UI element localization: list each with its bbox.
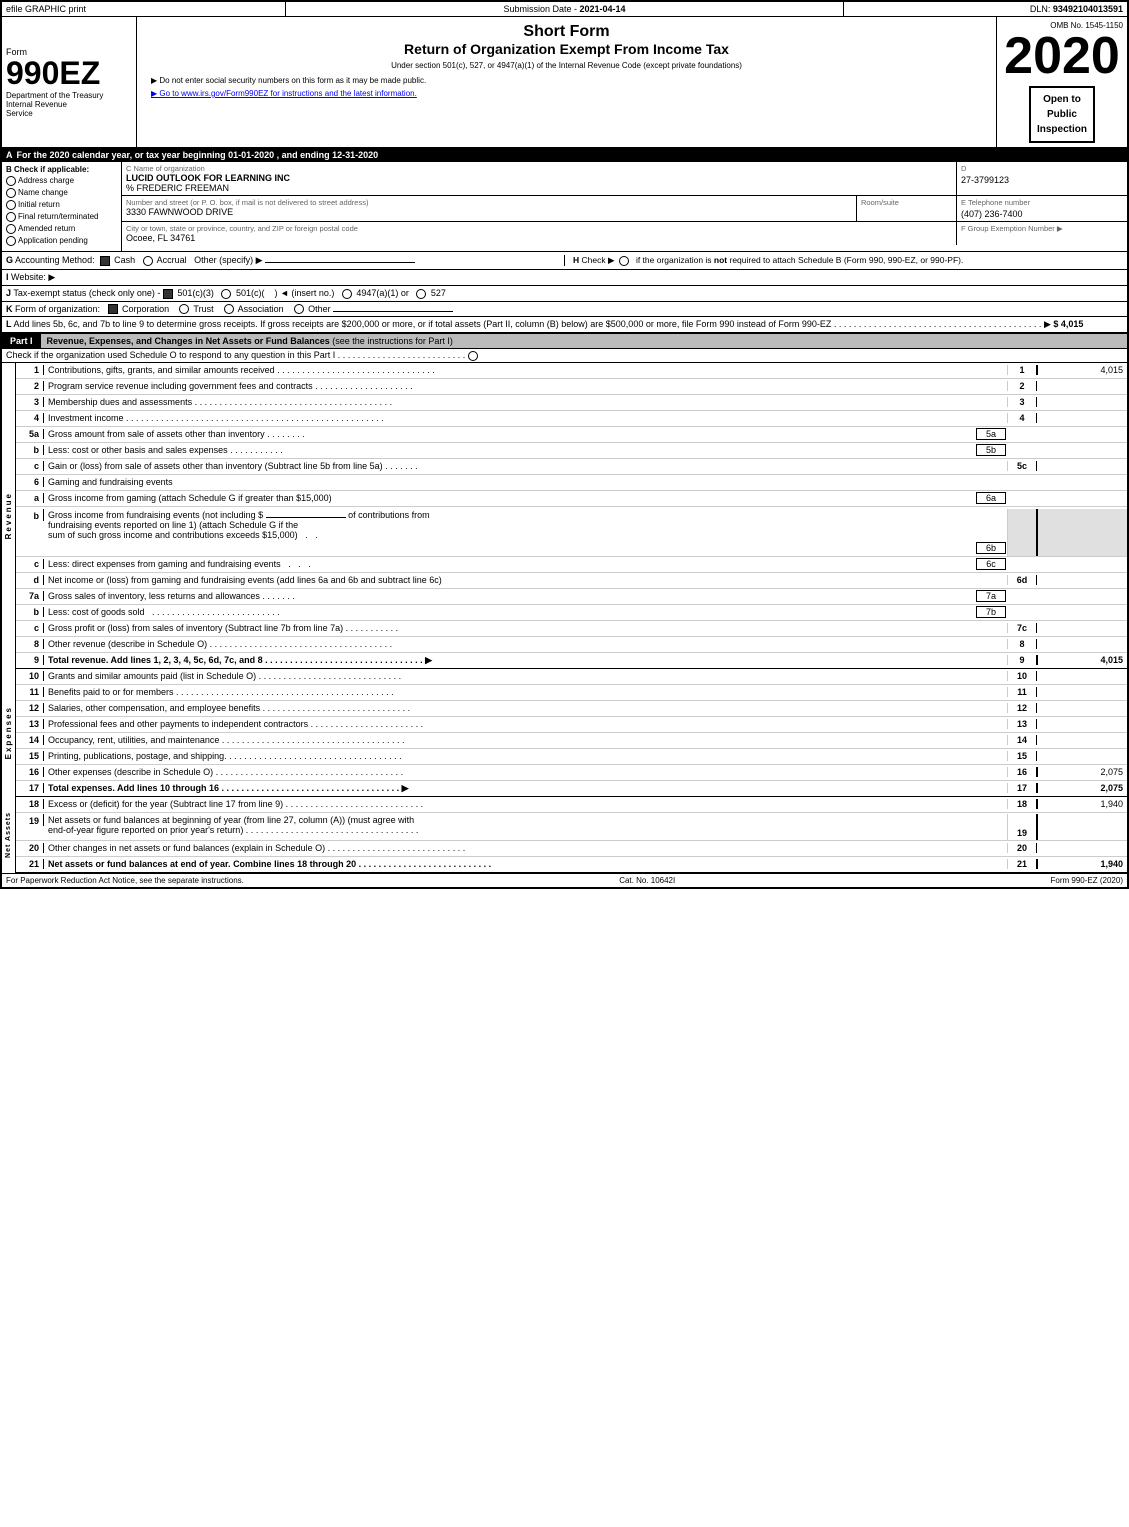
- section-cdef: C Name of organization LUCID OUTLOOK FOR…: [122, 162, 1127, 251]
- line-15: 15 Printing, publications, postage, and …: [16, 749, 1127, 765]
- line-2: 2 Program service revenue including gove…: [16, 379, 1127, 395]
- line-6b: b Gross income from fundraising events (…: [16, 507, 1127, 557]
- ssn-note: ▶ Do not enter social security numbers o…: [141, 76, 992, 85]
- accrual-radio[interactable]: [143, 256, 153, 266]
- section-b: B Check if applicable: Address charge Na…: [2, 162, 122, 251]
- name-change-radio[interactable]: [6, 188, 16, 198]
- line-1: 1 Contributions, gifts, grants, and simi…: [16, 363, 1127, 379]
- net-assets-section: Net Assets 18 Excess or (deficit) for th…: [2, 797, 1127, 873]
- assoc-radio[interactable]: [224, 304, 234, 314]
- section-l: L Add lines 5b, 6c, and 7b to line 9 to …: [2, 317, 1127, 334]
- form-title-block: Short Form Return of Organization Exempt…: [137, 17, 997, 147]
- section-j: J Tax-exempt status (check only one) - 5…: [2, 286, 1127, 302]
- line-3: 3 Membership dues and assessments . . . …: [16, 395, 1127, 411]
- line-7a: 7a Gross sales of inventory, less return…: [16, 589, 1127, 605]
- line-4: 4 Investment income . . . . . . . . . . …: [16, 411, 1127, 427]
- line-16: 16 Other expenses (describe in Schedule …: [16, 765, 1127, 781]
- cash-checkbox[interactable]: [100, 256, 110, 266]
- app-pending-radio[interactable]: [6, 236, 16, 246]
- expenses-side-label: Expenses: [2, 669, 16, 797]
- line-6a: a Gross income from gaming (attach Sched…: [16, 491, 1127, 507]
- line-11: 11 Benefits paid to or for members . . .…: [16, 685, 1127, 701]
- line-8: 8 Other revenue (describe in Schedule O)…: [16, 637, 1127, 653]
- line-19: 19 Net assets or fund balances at beginn…: [16, 813, 1127, 841]
- line-5a: 5a Gross amount from sale of assets othe…: [16, 427, 1127, 443]
- line-20: 20 Other changes in net assets or fund b…: [16, 841, 1127, 857]
- line-6d: d Net income or (loss) from gaming and f…: [16, 573, 1127, 589]
- expenses-lines: 10 Grants and similar amounts paid (list…: [16, 669, 1127, 797]
- expenses-section: Expenses 10 Grants and similar amounts p…: [2, 669, 1127, 797]
- part1-schedule-check: Check if the organization used Schedule …: [2, 349, 1127, 363]
- line-5c: c Gain or (loss) from sale of assets oth…: [16, 459, 1127, 475]
- line-12: 12 Salaries, other compensation, and emp…: [16, 701, 1127, 717]
- footer: For Paperwork Reduction Act Notice, see …: [2, 873, 1127, 887]
- footer-form-ref: Form 990-EZ (2020): [1051, 876, 1123, 885]
- line-17: 17 Total expenses. Add lines 10 through …: [16, 781, 1127, 797]
- line-7c: c Gross profit or (loss) from sales of i…: [16, 621, 1127, 637]
- line-21: 21 Net assets or fund balances at end of…: [16, 857, 1127, 873]
- amended-return-radio[interactable]: [6, 224, 16, 234]
- page-wrapper: efile GRAPHIC print Submission Date - 20…: [0, 0, 1129, 889]
- revenue-side-label: Revenue: [2, 363, 16, 669]
- line-6c: c Less: direct expenses from gaming and …: [16, 557, 1127, 573]
- section-k: K Form of organization: Corporation Trus…: [2, 302, 1127, 318]
- final-return-radio[interactable]: [6, 212, 16, 222]
- revenue-lines: 1 Contributions, gifts, grants, and simi…: [16, 363, 1127, 669]
- trust-radio[interactable]: [179, 304, 189, 314]
- corp-checkbox[interactable]: [108, 304, 118, 314]
- net-assets-lines: 18 Excess or (deficit) for the year (Sub…: [16, 797, 1127, 873]
- 527-radio[interactable]: [416, 289, 426, 299]
- open-to-public-badge: Open toPublicInspection: [1029, 86, 1095, 143]
- 501c3-checkbox[interactable]: [163, 289, 173, 299]
- return-title: Return of Organization Exempt From Incom…: [141, 41, 992, 57]
- irs-link: ▶ Go to www.irs.gov/Form990EZ for instru…: [141, 89, 992, 98]
- h-check-radio[interactable]: [619, 256, 629, 266]
- other-radio[interactable]: [294, 304, 304, 314]
- line-18: 18 Excess or (deficit) for the year (Sub…: [16, 797, 1127, 813]
- 501c-radio[interactable]: [221, 289, 231, 299]
- line-13: 13 Professional fees and other payments …: [16, 717, 1127, 733]
- line-10: 10 Grants and similar amounts paid (list…: [16, 669, 1127, 685]
- net-assets-side-label: Net Assets: [2, 797, 16, 873]
- year-display: 2020: [1004, 30, 1120, 82]
- schedule-o-radio[interactable]: [468, 351, 478, 361]
- under-section: Under section 501(c), 527, or 4947(a)(1)…: [141, 61, 992, 70]
- line-7b: b Less: cost of goods sold . . . . . . .…: [16, 605, 1127, 621]
- line-9: 9 Total revenue. Add lines 1, 2, 3, 4, 5…: [16, 653, 1127, 669]
- form-number: 990EZ: [6, 57, 132, 89]
- revenue-section: Revenue 1 Contributions, gifts, grants, …: [2, 363, 1127, 669]
- 4947-radio[interactable]: [342, 289, 352, 299]
- section-i: I Website: ▶: [2, 270, 1127, 286]
- footer-paperwork: For Paperwork Reduction Act Notice, see …: [6, 876, 244, 885]
- short-form-title: Short Form: [141, 23, 992, 41]
- part1-header: Part I Revenue, Expenses, and Changes in…: [2, 334, 1127, 349]
- efile-label: efile GRAPHIC print: [2, 2, 286, 16]
- line-6: 6 Gaming and fundraising events: [16, 475, 1127, 491]
- section-gh: G Accounting Method: Cash Accrual Other …: [2, 252, 1127, 270]
- submission-date: Submission Date - 2021-04-14: [286, 2, 845, 16]
- line-14: 14 Occupancy, rent, utilities, and maint…: [16, 733, 1127, 749]
- form-number-block: Form 990EZ Department of the Treasury In…: [2, 17, 137, 147]
- address-charge-radio[interactable]: [6, 176, 16, 186]
- line-5b: b Less: cost or other basis and sales ex…: [16, 443, 1127, 459]
- footer-cat-no: Cat. No. 10642I: [619, 876, 675, 885]
- section-a-bar: A For the 2020 calendar year, or tax yea…: [2, 148, 1127, 162]
- dln: DLN: 93492104013591: [844, 2, 1127, 16]
- initial-return-radio[interactable]: [6, 200, 16, 210]
- year-omb-block: OMB No. 1545-1150 2020 Open toPublicInsp…: [997, 17, 1127, 147]
